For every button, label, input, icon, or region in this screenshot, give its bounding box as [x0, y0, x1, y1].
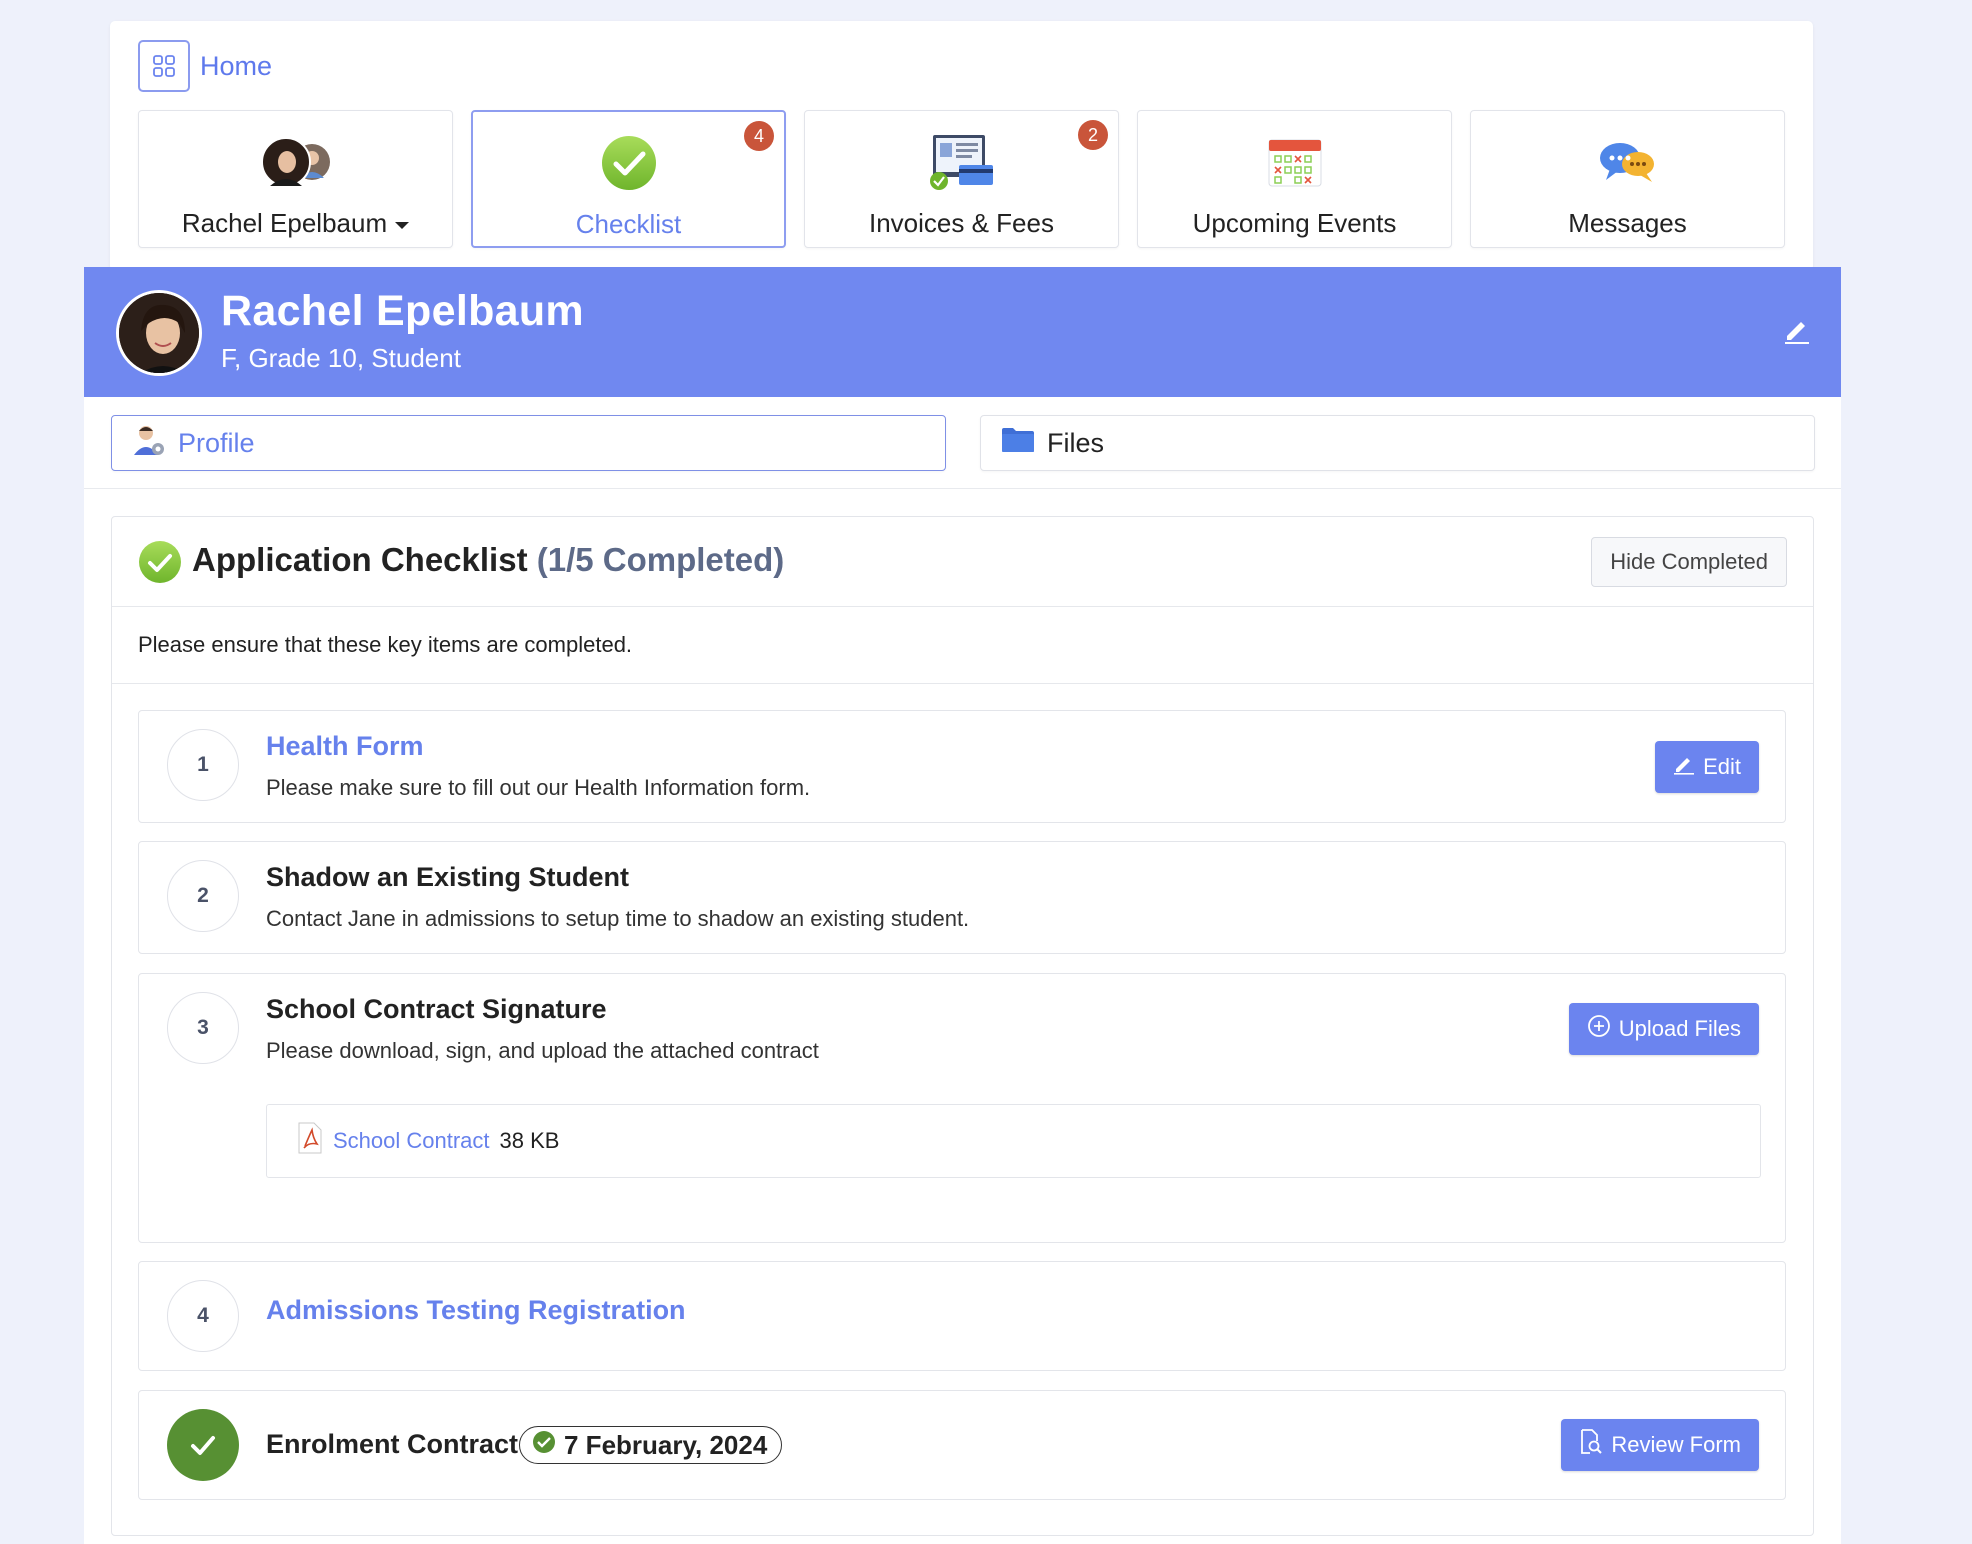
tab-profile[interactable]: Profile	[111, 415, 946, 471]
tile-upcoming-events-label: Upcoming Events	[1192, 208, 1397, 238]
item-number: 3	[167, 992, 239, 1064]
home-label: Home	[200, 50, 273, 81]
pdf-icon	[297, 1122, 323, 1160]
avatar	[116, 290, 202, 376]
sub-tabs: Profile Files	[111, 415, 1815, 471]
grid-icon	[138, 40, 190, 92]
attachment-size: 38 KB	[499, 1128, 560, 1153]
tile-invoices-label: Invoices & Fees	[869, 208, 1054, 238]
review-form-label: Review Form	[1611, 1432, 1741, 1457]
edit-button-label: Edit	[1703, 754, 1741, 779]
tile-invoices[interactable]: 2 Invoices & Fees	[804, 110, 1119, 248]
checklist-item: 1 Health Form Please make sure to fill o…	[138, 710, 1786, 823]
application-checklist: Application Checklist (1/5 Completed) Hi…	[111, 516, 1814, 1536]
tile-checklist[interactable]: 4 Checklist	[471, 110, 786, 248]
plus-circle-icon	[1587, 1014, 1611, 1044]
item-description: Please download, sign, and upload the at…	[266, 1038, 819, 1063]
item-description: Please make sure to fill out our Health …	[266, 775, 811, 800]
profile-icon	[132, 423, 166, 464]
student-banner: Rachel Epelbaum F, Grade 10, Student	[84, 267, 1841, 397]
review-form-button[interactable]: Review Form	[1561, 1419, 1759, 1471]
tile-student-selector[interactable]: Rachel Epelbaum	[138, 110, 453, 248]
invoice-icon	[927, 126, 997, 198]
checklist-intro: Please ensure that these key items are c…	[112, 607, 1813, 684]
edit-button[interactable]: Edit	[1655, 741, 1759, 793]
check-circle-icon	[532, 1430, 556, 1461]
checklist-item: 3 School Contract Signature Please downl…	[138, 973, 1786, 1243]
home-link[interactable]: Home	[138, 40, 272, 92]
checklist-badge: 4	[744, 121, 774, 151]
checklist-header: Application Checklist (1/5 Completed) Hi…	[112, 517, 1813, 607]
hide-completed-button[interactable]: Hide Completed	[1591, 537, 1787, 587]
item-number: 2	[167, 860, 239, 932]
upload-files-button[interactable]: Upload Files	[1568, 1003, 1759, 1055]
chat-bubbles-icon	[1596, 126, 1660, 198]
checklist-count: (1/5 Completed)	[536, 541, 785, 578]
item-number: 1	[167, 729, 239, 801]
item-title: Enrolment Contract	[266, 1429, 519, 1459]
caret-down-icon	[395, 221, 410, 229]
student-panel: Rachel Epelbaum F, Grade 10, Student Pro…	[84, 267, 1841, 1544]
completed-date-badge: 7 February, 2024	[519, 1426, 783, 1464]
tile-messages[interactable]: Messages	[1470, 110, 1785, 248]
top-nav-card: Home Rachel Epelbaum 4 Checklist 2 Invoi…	[110, 21, 1813, 271]
checkmark-icon	[138, 540, 182, 589]
calendar-icon	[1265, 126, 1325, 198]
item-title-link[interactable]: Admissions Testing Registration	[266, 1295, 686, 1326]
edit-student-icon[interactable]	[1783, 314, 1811, 349]
tile-checklist-label: Checklist	[575, 209, 682, 239]
attachment: School Contract 38 KB	[266, 1104, 1761, 1178]
invoices-badge: 2	[1078, 120, 1108, 150]
folder-icon	[1001, 427, 1035, 460]
checklist-title: Application Checklist	[192, 541, 528, 578]
document-search-icon	[1579, 1429, 1603, 1461]
checkmark-icon	[599, 127, 659, 199]
attachment-link[interactable]: School Contract	[333, 1128, 490, 1154]
student-subtitle: F, Grade 10, Student	[221, 343, 461, 373]
item-title: Shadow an Existing Student	[266, 862, 630, 892]
item-description: Contact Jane in admissions to setup time…	[266, 906, 970, 931]
nav-tiles: Rachel Epelbaum 4 Checklist 2 Invoices &…	[138, 110, 1785, 248]
divider	[84, 488, 1841, 489]
tab-files[interactable]: Files	[980, 415, 1815, 471]
pencil-icon	[1673, 753, 1695, 781]
tile-upcoming-events[interactable]: Upcoming Events	[1137, 110, 1452, 248]
item-title: School Contract Signature	[266, 994, 607, 1024]
checklist-item: 2 Shadow an Existing Student Contact Jan…	[138, 841, 1786, 954]
completed-date: 7 February, 2024	[564, 1429, 768, 1460]
checklist-item: 4 Admissions Testing Registration	[138, 1261, 1786, 1371]
checklist-item-completed: Enrolment Contract 7 February, 2024 Revi…	[138, 1390, 1786, 1500]
tab-files-label: Files	[1047, 427, 1105, 458]
tab-profile-label: Profile	[178, 427, 255, 458]
item-title-link[interactable]: Health Form	[266, 731, 424, 762]
student-avatars-icon	[256, 126, 336, 198]
tile-messages-label: Messages	[1568, 208, 1687, 238]
completed-check-icon	[167, 1409, 239, 1481]
upload-files-label: Upload Files	[1618, 1016, 1741, 1041]
student-selector-label: Rachel Epelbaum	[181, 208, 388, 238]
item-number: 4	[167, 1280, 239, 1352]
student-name: Rachel Epelbaum	[221, 287, 584, 335]
